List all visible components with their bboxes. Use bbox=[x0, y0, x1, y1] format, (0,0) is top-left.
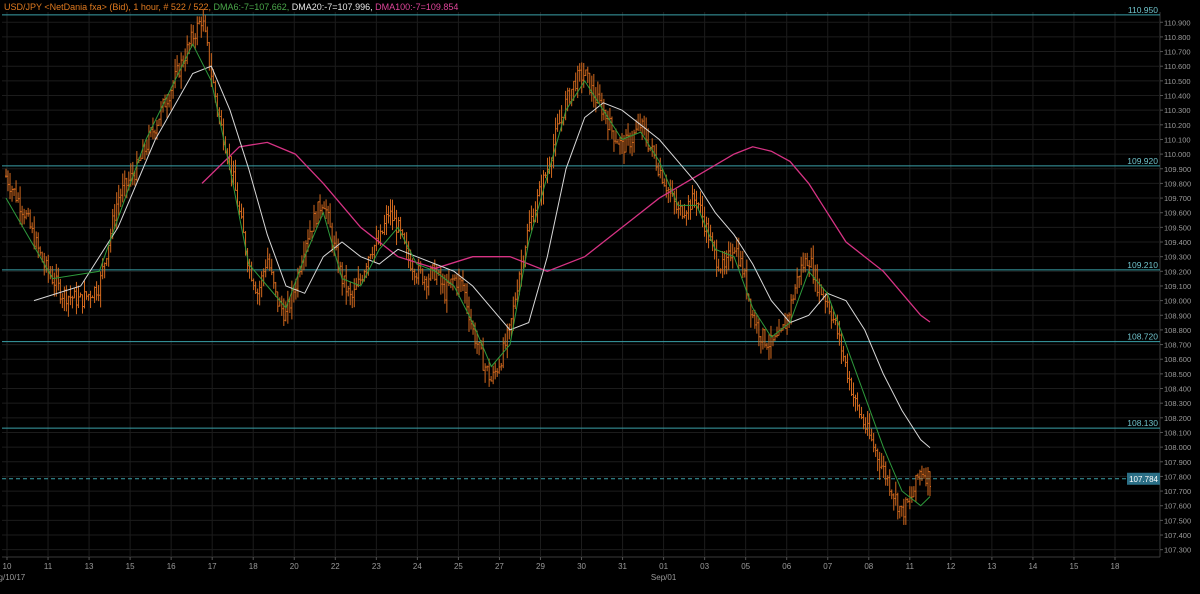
y-tick-label: 107.400 bbox=[1164, 531, 1191, 540]
y-tick-label: 109.000 bbox=[1164, 297, 1191, 306]
y-tick-label: 110.900 bbox=[1164, 18, 1191, 27]
y-tick-label: 110.700 bbox=[1164, 48, 1191, 57]
x-tick-label: 14 bbox=[1028, 562, 1037, 571]
price-chart[interactable]: 110.900 110.800 110.700 110.600 110.500 110.4… bbox=[0, 0, 1200, 589]
y-tick-label: 110.400 bbox=[1164, 92, 1191, 101]
x-tick-label: 16 bbox=[167, 562, 176, 571]
y-tick-label: 108.300 bbox=[1164, 399, 1191, 408]
x-tick-label: 30 bbox=[577, 562, 586, 571]
y-tick-label: 109.800 bbox=[1164, 179, 1191, 188]
level-label: 108.720 bbox=[1127, 332, 1158, 342]
x-tick-label: 07 bbox=[823, 562, 832, 571]
y-tick-label: 107.700 bbox=[1164, 487, 1191, 496]
x-tick-label: 01 bbox=[659, 562, 668, 571]
chart-header: USD/JPY <NetDania fxa> (Bid), 1 hour, # … bbox=[4, 1, 458, 13]
y-tick-label: 107.800 bbox=[1164, 472, 1191, 481]
y-tick-label: 110.300 bbox=[1164, 106, 1191, 115]
dma20-label: DMA20:-7=107.996, bbox=[291, 2, 373, 12]
y-tick-label: 108.800 bbox=[1164, 326, 1191, 335]
y-tick-label: 109.500 bbox=[1164, 223, 1191, 232]
x-tick-label: 08 bbox=[864, 562, 873, 571]
x-tick-label: 17 bbox=[208, 562, 217, 571]
x-tick-label: 13 bbox=[987, 562, 996, 571]
x-tick-label: 22 bbox=[331, 562, 340, 571]
y-tick-label: 107.500 bbox=[1164, 516, 1191, 525]
y-tick-label: 109.200 bbox=[1164, 267, 1191, 276]
y-tick-label: 110.100 bbox=[1164, 135, 1191, 144]
level-label: 110.950 bbox=[1128, 5, 1158, 15]
x-tick-label: 15 bbox=[1070, 562, 1079, 571]
level-label: 108.130 bbox=[1127, 418, 1158, 428]
symbol-label: USD/JPY <NetDania fxa> (Bid), 1 hour, # … bbox=[4, 2, 211, 12]
x-tick-label: 18 bbox=[1111, 562, 1120, 571]
y-tick-label: 108.100 bbox=[1164, 428, 1191, 437]
x-tick-label: 29 bbox=[536, 562, 545, 571]
y-tick-label: 110.600 bbox=[1164, 62, 1191, 71]
chart-area: USD/JPY <NetDania fxa> (Bid), 1 hour, # … bbox=[0, 0, 1200, 589]
x-sub-label: Sep/01 bbox=[651, 573, 677, 582]
y-tick-label: 108.600 bbox=[1164, 355, 1191, 364]
y-tick-label: 109.600 bbox=[1164, 209, 1191, 218]
y-tick-label: 108.200 bbox=[1164, 414, 1191, 423]
y-tick-label: 109.700 bbox=[1164, 194, 1191, 203]
x-tick-label: 20 bbox=[290, 562, 299, 571]
x-tick-label: 15 bbox=[126, 562, 135, 571]
y-tick-label: 109.400 bbox=[1164, 238, 1191, 247]
x-tick-label: 27 bbox=[495, 562, 504, 571]
y-tick-label: 109.900 bbox=[1164, 165, 1191, 174]
x-tick-label: 11 bbox=[44, 562, 53, 571]
y-tick-label: 107.300 bbox=[1164, 546, 1191, 555]
x-tick-label: 12 bbox=[946, 562, 955, 571]
x-tick-label: 10 bbox=[3, 562, 12, 571]
x-tick-label: 13 bbox=[85, 562, 94, 571]
x-tick-label: 24 bbox=[413, 562, 422, 571]
y-tick-label: 109.100 bbox=[1164, 282, 1191, 291]
y-tick-label: 108.900 bbox=[1164, 311, 1191, 320]
x-tick-label: 25 bbox=[454, 562, 463, 571]
dma100-label: DMA100:-7=109.854 bbox=[375, 2, 459, 12]
y-tick-label: 110.200 bbox=[1164, 121, 1191, 130]
x-tick-label: 11 bbox=[906, 562, 915, 571]
x-tick-label: 05 bbox=[741, 562, 750, 571]
level-label: 109.920 bbox=[1127, 156, 1158, 166]
y-tick-label: 108.400 bbox=[1164, 385, 1191, 394]
dma6-label: DMA6:-7=107.662, bbox=[213, 2, 290, 12]
x-tick-label: 23 bbox=[372, 562, 381, 571]
y-tick-label: 110.000 bbox=[1164, 150, 1191, 159]
y-tick-label: 108.500 bbox=[1164, 370, 1191, 379]
y-tick-label: 107.600 bbox=[1164, 502, 1191, 511]
x-tick-label: 03 bbox=[700, 562, 709, 571]
x-sub-label: Aug/10/17 bbox=[0, 573, 26, 582]
y-tick-label: 109.300 bbox=[1164, 253, 1191, 262]
y-tick-label: 108.000 bbox=[1164, 443, 1191, 452]
dma6-line bbox=[5, 43, 931, 507]
y-tick-label: 108.700 bbox=[1164, 341, 1191, 350]
x-tick-label: 31 bbox=[618, 562, 627, 571]
x-tick-label: 06 bbox=[782, 562, 791, 571]
y-tick-label: 107.900 bbox=[1164, 458, 1191, 467]
x-tick-label: 18 bbox=[249, 562, 258, 571]
current-price-label: 107.784 bbox=[1129, 475, 1158, 484]
level-label: 109.210 bbox=[1127, 260, 1158, 270]
y-tick-label: 110.500 bbox=[1164, 77, 1191, 86]
y-tick-label: 110.800 bbox=[1164, 33, 1191, 42]
